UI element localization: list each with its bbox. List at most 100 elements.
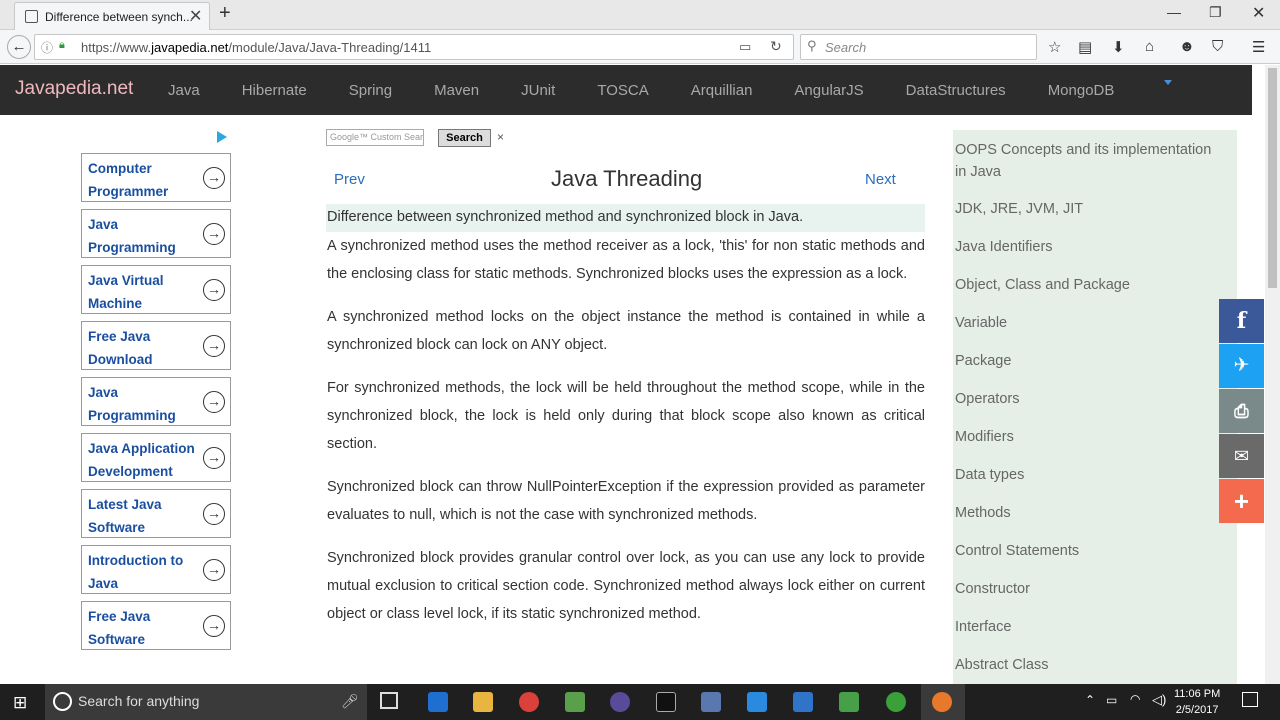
ad-link[interactable]: Java Programming → <box>81 377 231 426</box>
tab-bar: Difference between synch... ✕ + — ❐ ✕ <box>0 0 1280 30</box>
arrow-right-icon: → <box>203 279 225 301</box>
arrow-right-icon: → <box>203 335 225 357</box>
search-placeholder: Search <box>825 40 867 55</box>
facebook-share-icon[interactable]: f <box>1219 299 1264 343</box>
nav-datastructures[interactable]: DataStructures <box>906 82 1006 99</box>
topic-link[interactable]: Control Statements <box>955 540 1225 562</box>
nav-maven[interactable]: Maven <box>434 82 479 99</box>
ad-link[interactable]: Java Application Development → <box>81 433 231 482</box>
print-icon[interactable]: ⎙ <box>1219 389 1264 433</box>
app-icon[interactable] <box>839 692 859 712</box>
chevron-up-icon[interactable]: ⌃ <box>1085 693 1095 707</box>
ad-link[interactable]: Computer Programmer → <box>81 153 231 202</box>
twitter-share-icon[interactable]: ✈ <box>1219 344 1264 388</box>
eclipse-icon[interactable] <box>610 692 630 712</box>
app-icon[interactable] <box>565 692 585 712</box>
ad-link[interactable]: Free Java Software → <box>81 601 231 650</box>
home-icon[interactable]: ⌂ <box>1145 38 1154 55</box>
edge-icon[interactable] <box>428 692 448 712</box>
chat-icon[interactable]: ☻ <box>1179 38 1195 55</box>
nav-java[interactable]: Java <box>168 82 200 99</box>
nav-tosca[interactable]: TOSCA <box>597 82 648 99</box>
windows-start-icon[interactable]: ⊞ <box>13 693 27 713</box>
nav-arquillian[interactable]: Arquillian <box>691 82 753 99</box>
scrollbar-thumb[interactable] <box>1268 68 1277 288</box>
topic-link[interactable]: Constructor <box>955 578 1225 600</box>
mail-icon[interactable] <box>747 692 767 712</box>
info-icon[interactable]: ⓘ <box>41 39 53 56</box>
bookmarks-list-icon[interactable]: ▤ <box>1078 38 1092 56</box>
arrow-right-icon: → <box>203 559 225 581</box>
close-tab-icon[interactable]: ✕ <box>189 6 202 26</box>
adchoices-icon[interactable] <box>217 131 227 143</box>
topic-link[interactable]: Interface <box>955 616 1225 638</box>
topic-link[interactable]: Operators <box>955 388 1225 410</box>
system-clock[interactable]: 11:06 PM 2/5/2017 <box>1174 686 1220 718</box>
minimize-icon[interactable]: — <box>1167 4 1181 20</box>
prev-link[interactable]: Prev <box>334 171 365 188</box>
file-explorer-icon[interactable] <box>473 692 493 712</box>
bookmark-star-icon[interactable]: ☆ <box>1048 38 1061 56</box>
google-search-input[interactable]: Google™ Custom Search <box>326 129 424 146</box>
reader-view-icon[interactable]: ▭ <box>739 39 751 55</box>
next-link[interactable]: Next <box>865 171 896 188</box>
more-dropdown-icon[interactable] <box>1164 80 1172 85</box>
email-icon[interactable]: ✉ <box>1219 434 1264 478</box>
ad-link[interactable]: Introduction to Java → <box>81 545 231 594</box>
topic-link[interactable]: Data types <box>955 464 1225 486</box>
microphone-icon[interactable]: 🎤︎ <box>341 693 359 710</box>
battery-icon[interactable]: ▭ <box>1106 693 1117 707</box>
topic-link[interactable]: Modifiers <box>955 426 1225 448</box>
notifications-icon[interactable] <box>1242 692 1258 707</box>
maximize-icon[interactable]: ❐ <box>1209 4 1222 21</box>
google-search-button[interactable]: Search <box>438 129 491 147</box>
topic-link[interactable]: Abstract Class <box>955 654 1225 676</box>
firefox-taskbar-button[interactable] <box>921 684 965 720</box>
ad-link[interactable]: Latest Java Software → <box>81 489 231 538</box>
spring-icon[interactable] <box>886 692 906 712</box>
nav-junit[interactable]: JUnit <box>521 82 555 99</box>
app-icon[interactable] <box>701 692 721 712</box>
volume-icon[interactable]: ◁) <box>1152 692 1166 708</box>
cortana-placeholder: Search for anything <box>78 693 200 709</box>
pocket-icon[interactable]: ⛉ <box>1212 38 1223 55</box>
topic-link[interactable]: Object, Class and Package <box>955 274 1225 296</box>
more-share-icon[interactable]: + <box>1219 479 1264 523</box>
nav-spring[interactable]: Spring <box>349 82 392 99</box>
topics-sidebar: OOPS Concepts and its implementation in … <box>953 130 1237 690</box>
back-icon[interactable]: ← <box>7 35 31 59</box>
close-window-icon[interactable]: ✕ <box>1252 3 1265 23</box>
reload-icon[interactable]: ↻ <box>770 38 782 55</box>
clear-search-icon[interactable]: × <box>497 130 504 144</box>
browser-tab[interactable]: Difference between synch... ✕ <box>14 2 210 30</box>
terminal-icon[interactable] <box>656 692 676 712</box>
new-tab-icon[interactable]: + <box>219 2 231 25</box>
task-view-icon[interactable] <box>380 692 398 709</box>
menu-icon[interactable]: ☰ <box>1252 38 1265 56</box>
ad-link[interactable]: Free Java Download → <box>81 321 231 370</box>
url-bar[interactable]: ⓘ 🔒︎ https://www.javapedia.net/module/Ja… <box>34 34 794 60</box>
firefox-icon <box>932 692 952 712</box>
ad-link[interactable]: Java Programming → <box>81 209 231 258</box>
wifi-icon[interactable]: ◠ <box>1130 692 1140 706</box>
nav-mongodb[interactable]: MongoDB <box>1048 82 1115 99</box>
topic-link[interactable]: Methods <box>955 502 1225 524</box>
vscode-icon[interactable] <box>793 692 813 712</box>
nav-angularjs[interactable]: AngularJS <box>794 82 863 99</box>
downloads-icon[interactable]: ⬇ <box>1112 38 1125 56</box>
cortana-search[interactable]: Search for anything 🎤︎ <box>45 684 367 720</box>
url-text[interactable]: https://www.javapedia.net/module/Java/Ja… <box>81 40 431 55</box>
topic-link[interactable]: JDK, JRE, JVM, JIT <box>955 198 1225 220</box>
ad-link[interactable]: Java Virtual Machine → <box>81 265 231 314</box>
chrome-icon[interactable] <box>519 692 539 712</box>
topic-link[interactable]: OOPS Concepts and its implementation in … <box>955 139 1225 183</box>
search-icon: ⚲ <box>807 38 817 53</box>
arrow-right-icon: → <box>203 447 225 469</box>
topic-link[interactable]: Package <box>955 350 1225 372</box>
site-brand[interactable]: Javapedia.net <box>15 78 133 100</box>
windows-taskbar: ⊞ Search for anything 🎤︎ ⌃ ▭ ◠ ◁) 11:06 … <box>0 684 1280 720</box>
nav-hibernate[interactable]: Hibernate <box>242 82 307 99</box>
topic-link[interactable]: Java Identifiers <box>955 236 1225 258</box>
browser-search-box[interactable]: ⚲ Search <box>800 34 1037 60</box>
topic-link[interactable]: Variable <box>955 312 1225 334</box>
